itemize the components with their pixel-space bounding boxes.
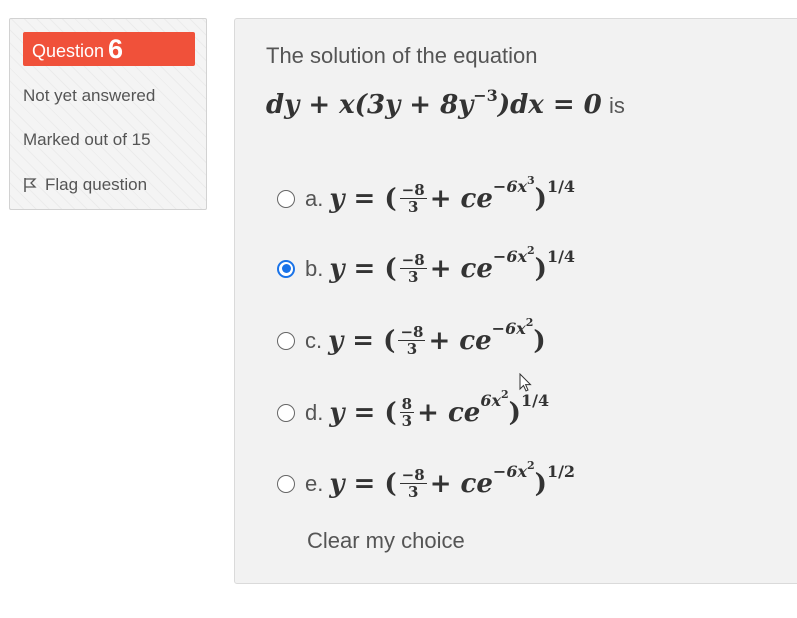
question-text: The solution of the equation xyxy=(266,43,538,68)
exponent-power: 2 xyxy=(501,388,509,401)
question-grade: Marked out of 15 xyxy=(23,130,151,149)
equation-suffix: is xyxy=(609,93,625,118)
flag-icon xyxy=(24,178,37,192)
answer-formula: y = (8 3 + ce 6x 2) 1/4 xyxy=(329,388,550,430)
outer-exponent: 1/4 xyxy=(520,391,550,410)
answer-option-e[interactable]: e. y = (−8 3 + ce −6x 2) 1/2 xyxy=(277,459,576,501)
exponent-base: −6x xyxy=(491,319,526,338)
fraction-numerator: −8 xyxy=(399,251,427,269)
clear-my-choice-link[interactable]: Clear my choice xyxy=(307,528,465,554)
fraction-denominator: 3 xyxy=(401,412,413,430)
question-number-badge: Question 6 xyxy=(23,32,195,66)
exponent-base: 6x xyxy=(480,391,501,410)
question-content: The solution of the equation dy + x(3y +… xyxy=(234,18,797,584)
equation-lhs: dy + x(3y + 8y xyxy=(266,90,474,120)
fraction-numerator: −8 xyxy=(399,181,427,199)
answer-formula: y = (−8 3 + ce −6x 2) xyxy=(328,316,546,358)
fraction-denominator: 3 xyxy=(406,340,418,358)
answer-label: a. xyxy=(305,185,324,211)
answer-label: c. xyxy=(305,327,323,353)
mouse-pointer-icon xyxy=(519,373,532,392)
fraction-denominator: 3 xyxy=(407,483,419,501)
answer-label: e. xyxy=(305,470,324,496)
fraction-numerator: −8 xyxy=(399,466,427,484)
exponent-power: 2 xyxy=(526,459,535,472)
question-prefix: Question xyxy=(32,41,105,61)
exponent-base: −6x xyxy=(492,177,527,196)
exponent-power: 3 xyxy=(526,174,535,187)
answer-label: d. xyxy=(305,399,324,425)
answer-formula: y = (−8 3 + ce −6x 2) 1/2 xyxy=(329,459,576,501)
answer-option-c[interactable]: c. y = (−8 3 + ce −6x 2) xyxy=(277,316,546,358)
fraction-numerator: 8 xyxy=(399,395,415,413)
question-number: 6 xyxy=(108,34,124,64)
equation-rest: )dx = 0 xyxy=(497,90,602,120)
outer-exponent: 1/2 xyxy=(546,462,576,481)
answer-radio[interactable] xyxy=(277,474,295,493)
exponent-power: 2 xyxy=(525,316,534,329)
equation-exponent: −3 xyxy=(473,86,498,105)
answer-radio[interactable] xyxy=(277,189,295,208)
outer-exponent: 1/4 xyxy=(546,247,576,266)
answer-radio[interactable] xyxy=(277,331,295,350)
question-state: Not yet answered xyxy=(23,86,156,105)
fraction-denominator: 3 xyxy=(407,268,419,286)
question-info-panel: Question 6 Not yet answered Marked out of… xyxy=(9,18,207,210)
answer-option-b[interactable]: b. y = (−8 3 + ce −6x 2) 1/4 xyxy=(277,244,576,286)
fraction-denominator: 3 xyxy=(407,198,419,216)
answer-option-a[interactable]: a. y = (−8 3 + ce −6x 3) 1/4 xyxy=(277,174,576,216)
fraction-numerator: −8 xyxy=(398,323,426,341)
answer-formula: y = (−8 3 + ce −6x 2) 1/4 xyxy=(329,244,576,286)
flag-question-label: Flag question xyxy=(45,175,148,194)
answer-radio[interactable] xyxy=(277,259,295,278)
exponent-base: −6x xyxy=(492,462,527,481)
outer-exponent: 1/4 xyxy=(546,177,576,196)
answer-option-d[interactable]: d. y = (8 3 + ce 6x 2) 1/4 xyxy=(277,388,550,430)
answer-label: b. xyxy=(305,255,324,281)
flag-question-link[interactable]: Flag question xyxy=(23,175,147,195)
answer-radio[interactable] xyxy=(277,403,295,422)
exponent-power: 2 xyxy=(526,244,535,257)
question-equation: dy + x(3y + 8y−3)dx = 0 is xyxy=(266,86,625,120)
answer-formula: y = (−8 3 + ce −6x 3) 1/4 xyxy=(329,174,576,216)
exponent-base: −6x xyxy=(492,247,527,266)
